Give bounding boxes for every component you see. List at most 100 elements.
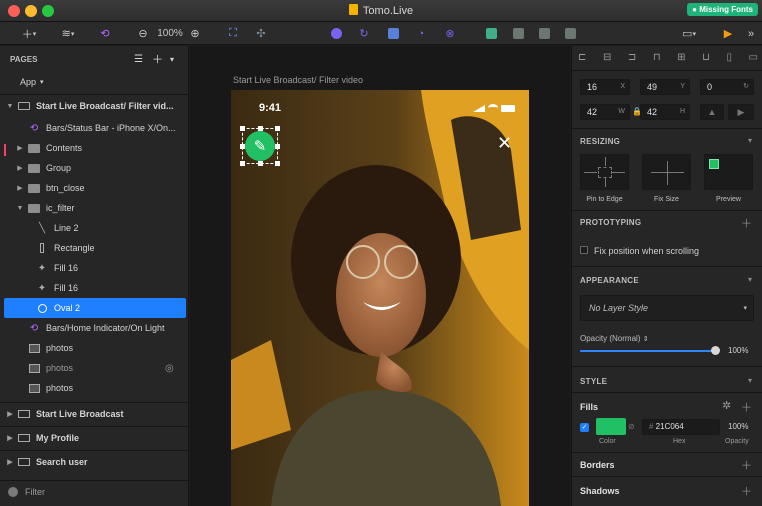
- align-right-icon[interactable]: ⊐: [628, 52, 636, 66]
- wifi-icon: [488, 104, 498, 112]
- layer-row[interactable]: photos: [0, 338, 189, 358]
- link-icon[interactable]: ⊗: [443, 26, 457, 41]
- image-icon: [28, 343, 40, 354]
- zoom-in-button[interactable]: ⊕: [189, 26, 201, 41]
- mask-icon[interactable]: ✣: [253, 26, 269, 41]
- add-prototyping-icon[interactable]: ＋: [741, 215, 752, 231]
- add-fill-icon[interactable]: ＋: [741, 399, 752, 415]
- align-center-icon[interactable]: ⊟: [603, 52, 611, 66]
- insert-button[interactable]: ＋ ▾: [16, 26, 42, 41]
- opacity-label: Opacity (Normal) ⇕: [580, 334, 649, 343]
- document-icon: [348, 4, 358, 15]
- layer-row[interactable]: ╲ Line 2: [0, 218, 189, 238]
- layer-row[interactable]: ▶ Contents: [0, 138, 189, 158]
- flip-vertical-icon[interactable]: ▶: [728, 104, 754, 120]
- fill-hex-field[interactable]: # 21C064: [642, 419, 720, 435]
- add-border-icon[interactable]: ＋: [741, 457, 752, 473]
- fill-settings-icon[interactable]: ✲: [722, 399, 731, 412]
- opacity-value[interactable]: 100%: [728, 346, 748, 355]
- artboard-row-my-profile[interactable]: ▶ My Profile: [0, 428, 189, 448]
- intersect-icon[interactable]: [537, 26, 551, 41]
- layer-row[interactable]: Oval 2: [4, 298, 186, 318]
- zoom-selection-icon[interactable]: ⛶: [225, 26, 241, 41]
- fill-color-swatch[interactable]: [596, 418, 626, 435]
- opacity-slider-knob[interactable]: [711, 346, 720, 355]
- layers-button[interactable]: ≋ ▾: [55, 26, 81, 41]
- filter-icon: [8, 487, 18, 497]
- flip-horizontal-icon[interactable]: ▲: [700, 104, 724, 120]
- zoom-level[interactable]: 100%: [156, 26, 184, 41]
- hidden-eye-icon[interactable]: ◎: [165, 363, 174, 374]
- layer-row[interactable]: ▶ Group: [0, 158, 189, 178]
- collapse-chevron-icon[interactable]: ▾: [170, 55, 174, 64]
- canvas[interactable]: Start Live Broadcast/ Filter video 9:41 …: [190, 46, 570, 506]
- rotate-icon[interactable]: ↻: [357, 26, 371, 41]
- layer-row[interactable]: Rectangle: [0, 238, 189, 258]
- list-icon[interactable]: ☰: [134, 54, 143, 65]
- width-field[interactable]: 42 W: [580, 104, 630, 120]
- align-bottom-icon[interactable]: ⊔: [702, 52, 710, 66]
- artboard-row-search-user[interactable]: ▶ Search user: [0, 452, 189, 472]
- page-selector[interactable]: App ▾: [0, 75, 189, 89]
- expand-arrow-icon[interactable]: ▶: [16, 144, 24, 152]
- expand-arrow-icon[interactable]: ▼: [6, 103, 14, 110]
- missing-fonts-badge[interactable]: ● Missing Fonts: [687, 3, 758, 16]
- y-field[interactable]: 49 Y: [640, 79, 690, 95]
- artboard-photo[interactable]: 9:41 ✎ ✕: [231, 90, 529, 506]
- fix-position-checkbox[interactable]: [580, 246, 588, 254]
- layer-row[interactable]: ✦ Fill 16: [0, 278, 189, 298]
- scale-icon[interactable]: ◔: [414, 26, 428, 41]
- align-top-icon[interactable]: ⊓: [653, 52, 661, 66]
- layer-row[interactable]: ⟲ Bars/Status Bar - iPhone X/On...: [0, 118, 189, 138]
- height-field[interactable]: 42 H: [640, 104, 690, 120]
- difference-icon[interactable]: [563, 26, 577, 41]
- layer-row[interactable]: ▼ ic_filter: [0, 198, 189, 218]
- distribute-h-icon[interactable]: ▯: [726, 52, 732, 66]
- create-symbol-icon[interactable]: ⟲: [98, 26, 112, 41]
- artboard-row-start-live[interactable]: ▶ Start Live Broadcast: [0, 404, 189, 424]
- expand-arrow-icon[interactable]: ▼: [16, 205, 24, 212]
- expand-arrow-icon[interactable]: ▶: [16, 184, 24, 192]
- preview-play-icon[interactable]: ▶: [722, 26, 734, 41]
- view-button[interactable]: ▭ ▾: [676, 26, 702, 41]
- edit-icon[interactable]: [329, 26, 343, 41]
- style-chevron-icon[interactable]: ▾: [748, 376, 752, 385]
- artboard-row-selected[interactable]: ▼ Start Live Broadcast/ Filter vid...: [0, 96, 189, 116]
- rotation-field[interactable]: 0 ↻: [700, 79, 754, 95]
- layer-style-select[interactable]: No Layer Style ▾: [580, 295, 754, 321]
- magic-wand-icon[interactable]: ✎: [245, 131, 275, 161]
- layer-row[interactable]: ✦ Fill 16: [0, 258, 189, 278]
- fill-opacity-value[interactable]: 100%: [728, 422, 748, 431]
- layer-row[interactable]: ▶ btn_close: [0, 178, 189, 198]
- layer-row[interactable]: ⟲ Bars/Home Indicator/On Light: [0, 318, 189, 338]
- add-shadow-icon[interactable]: ＋: [741, 483, 752, 499]
- filter-field[interactable]: Filter: [0, 482, 189, 502]
- pin-to-edge-control[interactable]: [580, 154, 629, 190]
- fill-link-icon[interactable]: ⊘: [628, 422, 635, 431]
- zoom-out-button[interactable]: ⊖: [137, 26, 149, 41]
- opacity-slider[interactable]: [580, 346, 720, 355]
- fix-size-control[interactable]: [642, 154, 691, 190]
- rotate-icon: ↻: [743, 83, 749, 90]
- appearance-chevron-icon[interactable]: ▾: [748, 275, 752, 284]
- union-icon[interactable]: [484, 26, 498, 41]
- add-page-icon[interactable]: ＋: [152, 51, 163, 67]
- artboard-title[interactable]: Start Live Broadcast/ Filter video: [233, 75, 363, 85]
- distribute-v-icon[interactable]: ▭: [749, 52, 758, 66]
- selection-box[interactable]: ✎: [240, 126, 280, 166]
- fill-enabled-checkbox[interactable]: ✓: [580, 423, 589, 432]
- layer-label: Group: [46, 163, 72, 173]
- align-left-icon[interactable]: ⊏: [578, 52, 586, 66]
- layer-row[interactable]: photos ◎: [0, 358, 189, 378]
- layer-label: btn_close: [46, 183, 85, 193]
- layer-row[interactable]: photos: [0, 378, 189, 398]
- flatten-icon[interactable]: [386, 26, 400, 41]
- layer-label: photos: [46, 383, 74, 393]
- align-middle-icon[interactable]: ⊞: [677, 52, 685, 66]
- more-chevron-icon[interactable]: »: [745, 26, 757, 41]
- x-field[interactable]: 16 X: [580, 79, 630, 95]
- resizing-chevron-icon[interactable]: ▾: [748, 136, 752, 145]
- expand-arrow-icon[interactable]: ▶: [16, 164, 24, 172]
- subtract-icon[interactable]: [511, 26, 525, 41]
- close-icon[interactable]: ✕: [497, 134, 512, 152]
